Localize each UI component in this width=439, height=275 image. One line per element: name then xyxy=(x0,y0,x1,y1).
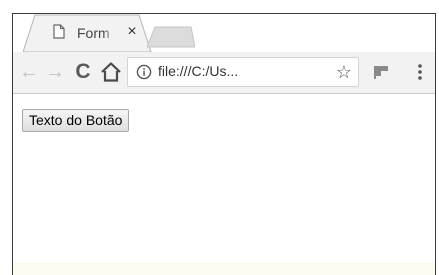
info-icon[interactable] xyxy=(136,64,152,80)
url-text[interactable]: file:///C:/Us... xyxy=(158,63,238,79)
home-icon-shape xyxy=(101,62,121,82)
bookmark-star-icon[interactable]: ☆ xyxy=(336,61,352,83)
tab-form[interactable]: Form × xyxy=(23,14,157,52)
new-tab-button[interactable] xyxy=(147,26,195,48)
extension-flag-icon[interactable] xyxy=(373,64,389,80)
tab-strip: Form × xyxy=(13,14,435,52)
document-icon xyxy=(53,24,65,39)
forward-arrow-icon[interactable]: → xyxy=(43,60,67,84)
tab-close-icon[interactable]: × xyxy=(123,23,141,41)
menu-kebab-icon[interactable] xyxy=(413,60,427,84)
text-button[interactable]: Texto do Botão xyxy=(22,109,130,132)
browser-window: Form × ← → C file:///C:/Us... ☆ Texto do… xyxy=(12,13,436,275)
back-arrow-icon[interactable]: ← xyxy=(17,60,41,84)
home-icon[interactable] xyxy=(99,60,123,84)
reload-icon[interactable]: C xyxy=(71,60,95,84)
tab-title-fade xyxy=(103,23,117,43)
address-bar[interactable]: file:///C:/Us... ☆ xyxy=(127,57,359,87)
page-bottom-strip xyxy=(13,262,435,275)
browser-toolbar: ← → C file:///C:/Us... ☆ xyxy=(13,52,435,94)
page-content: Texto do Botão xyxy=(13,94,435,275)
